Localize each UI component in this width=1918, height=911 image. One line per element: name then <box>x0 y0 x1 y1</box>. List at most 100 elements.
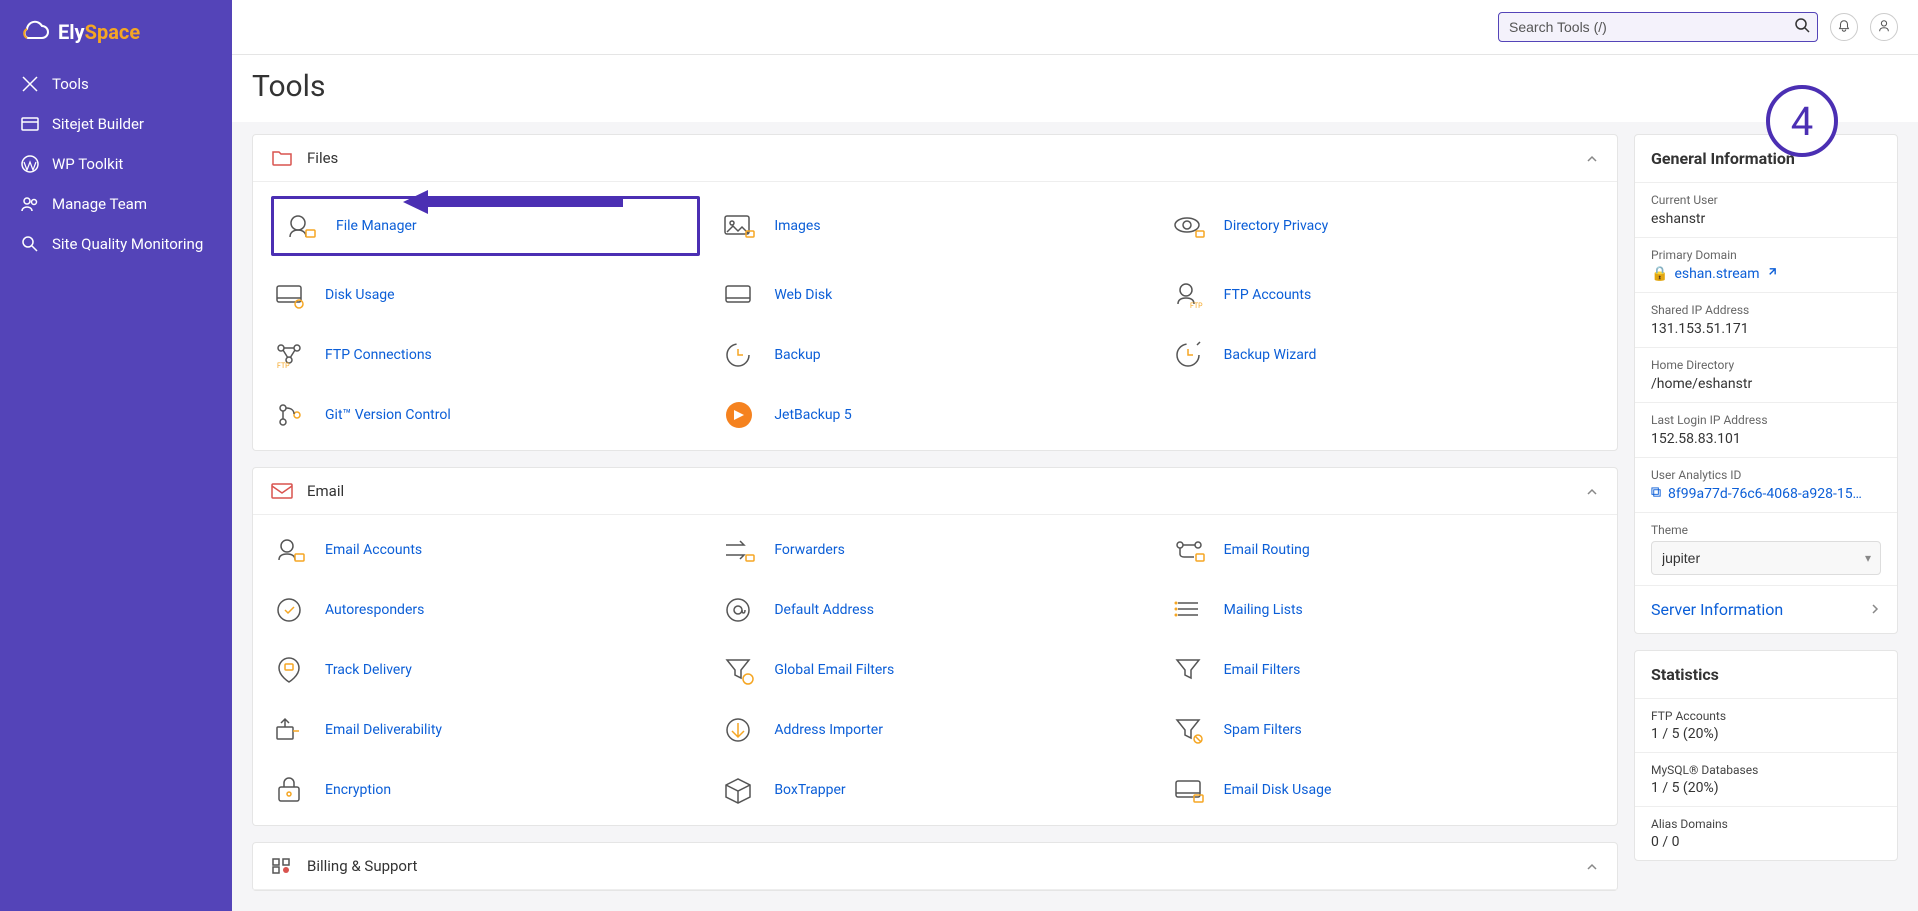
sidebar-item-tools[interactable]: Tools <box>0 64 232 104</box>
chevron-up-icon[interactable] <box>1585 859 1599 873</box>
team-icon <box>20 194 40 214</box>
tool-autoresponders[interactable]: Autoresponders <box>271 589 700 631</box>
tool-email-routing[interactable]: Email Routing <box>1170 529 1599 571</box>
forwarders-icon <box>722 535 756 565</box>
email-accounts-icon <box>273 535 307 565</box>
sidebar-item-wp-toolkit[interactable]: WP Toolkit <box>0 144 232 184</box>
spam-filters-icon <box>1172 715 1206 745</box>
deliverability-icon <box>273 715 307 745</box>
search-input[interactable] <box>1498 12 1818 42</box>
tool-directory-privacy[interactable]: Directory Privacy <box>1170 196 1599 256</box>
sidebar-item-site-quality[interactable]: Site Quality Monitoring <box>0 224 232 264</box>
stat-value-ftp: 1 / 5 (20%) <box>1651 726 1881 742</box>
lock-icon: 🔒 <box>1651 266 1668 282</box>
tool-label: Encryption <box>325 782 391 798</box>
tool-label: Email Filters <box>1224 662 1301 678</box>
info-label: Current User <box>1651 193 1881 207</box>
theme-select[interactable]: jupiter <box>1651 541 1881 575</box>
tool-email-accounts[interactable]: Email Accounts <box>271 529 700 571</box>
tool-track-delivery[interactable]: Track Delivery <box>271 649 700 691</box>
server-information-link[interactable]: Server Information <box>1635 586 1897 633</box>
info-value-current-user: eshanstr <box>1651 211 1881 227</box>
panel-title: Files <box>307 149 338 167</box>
sidebar-item-label: WP Toolkit <box>52 155 123 173</box>
tool-default-address[interactable]: Default Address <box>720 589 1149 631</box>
statistics-panel: Statistics FTP Accounts 1 / 5 (20%) MySQ… <box>1634 650 1898 861</box>
panel-head-billing[interactable]: Billing & Support <box>253 843 1617 890</box>
tool-ftp-connections[interactable]: FTP FTP Connections <box>271 334 700 376</box>
stats-heading: Statistics <box>1635 651 1897 699</box>
tool-label: Email Disk Usage <box>1224 782 1332 798</box>
tool-label: Email Deliverability <box>325 722 442 738</box>
autoresponders-icon <box>273 595 307 625</box>
sidebar-item-label: Site Quality Monitoring <box>52 235 203 253</box>
external-link-icon <box>1766 266 1777 282</box>
tool-label: Email Accounts <box>325 542 422 558</box>
info-heading: General Information <box>1635 135 1897 183</box>
logo-text: ElySpace <box>58 20 140 44</box>
tool-boxtrapper[interactable]: BoxTrapper <box>720 769 1149 811</box>
boxtrapper-icon <box>722 775 756 805</box>
panel-files: Files File Manager Images <box>252 134 1618 451</box>
tool-encryption[interactable]: Encryption <box>271 769 700 811</box>
tool-address-importer[interactable]: Address Importer <box>720 709 1149 751</box>
info-label: Theme <box>1651 523 1881 537</box>
info-value-last-login: 152.58.83.101 <box>1651 431 1881 447</box>
panel-head-email[interactable]: Email <box>253 468 1617 515</box>
chevron-right-icon <box>1869 600 1881 619</box>
tool-label: Track Delivery <box>325 662 412 678</box>
default-address-icon <box>722 595 756 625</box>
directory-privacy-icon <box>1172 211 1206 241</box>
bell-icon <box>1837 19 1851 36</box>
tool-web-disk[interactable]: Web Disk <box>720 274 1149 316</box>
git-icon <box>273 400 307 430</box>
tool-email-disk-usage[interactable]: Email Disk Usage <box>1170 769 1599 811</box>
chevron-up-icon[interactable] <box>1585 151 1599 165</box>
sidebar-item-sitejet[interactable]: Sitejet Builder <box>0 104 232 144</box>
copy-icon <box>1651 486 1662 502</box>
tool-label: Backup <box>774 347 820 363</box>
info-value-home-dir: /home/eshanstr <box>1651 376 1881 392</box>
sidebar-item-label: Tools <box>52 75 89 93</box>
panel-head-files[interactable]: Files <box>253 135 1617 182</box>
tool-global-email-filters[interactable]: Global Email Filters <box>720 649 1149 691</box>
tool-file-manager[interactable]: File Manager <box>271 196 700 256</box>
tool-label: Spam Filters <box>1224 722 1302 738</box>
logo-icon <box>20 20 50 44</box>
search-icon[interactable] <box>1794 17 1810 37</box>
analytics-id-link[interactable]: 8f99a77d-76c6-4068-a928-15… <box>1651 486 1862 502</box>
user-button[interactable] <box>1870 13 1898 41</box>
notifications-button[interactable] <box>1830 13 1858 41</box>
tool-git[interactable]: Git™ Version Control <box>271 394 700 436</box>
info-value-shared-ip: 131.153.51.171 <box>1651 321 1881 337</box>
images-icon <box>722 211 756 241</box>
tool-email-deliverability[interactable]: Email Deliverability <box>271 709 700 751</box>
disk-usage-icon <box>273 280 307 310</box>
tool-ftp-accounts[interactable]: FTP FTP Accounts <box>1170 274 1599 316</box>
tool-label: Mailing Lists <box>1224 602 1303 618</box>
tool-backup[interactable]: Backup <box>720 334 1149 376</box>
tool-backup-wizard[interactable]: Backup Wizard <box>1170 334 1599 376</box>
info-label: Last Login IP Address <box>1651 413 1881 427</box>
annotation-badge-4: 4 <box>1766 85 1838 157</box>
tool-forwarders[interactable]: Forwarders <box>720 529 1149 571</box>
tool-label: FTP Accounts <box>1224 287 1312 303</box>
jetbackup-icon <box>722 400 756 430</box>
tools-icon <box>20 74 40 94</box>
tool-label: Forwarders <box>774 542 844 558</box>
tool-disk-usage[interactable]: Disk Usage <box>271 274 700 316</box>
panel-email: Email Email Accounts Forwarders Email Ro… <box>252 467 1618 826</box>
chevron-up-icon[interactable] <box>1585 484 1599 498</box>
primary-domain-link[interactable]: 🔒eshan.stream <box>1651 266 1777 282</box>
billing-icon <box>271 857 293 875</box>
tool-images[interactable]: Images <box>720 196 1149 256</box>
tool-jetbackup[interactable]: JetBackup 5 <box>720 394 1149 436</box>
tool-mailing-lists[interactable]: Mailing Lists <box>1170 589 1599 631</box>
folder-icon <box>271 149 293 167</box>
sidebar-item-label: Manage Team <box>52 195 147 213</box>
envelope-icon <box>271 482 293 500</box>
sidebar-item-manage-team[interactable]: Manage Team <box>0 184 232 224</box>
tool-spam-filters[interactable]: Spam Filters <box>1170 709 1599 751</box>
stat-value-alias: 0 / 0 <box>1651 834 1881 850</box>
tool-email-filters[interactable]: Email Filters <box>1170 649 1599 691</box>
